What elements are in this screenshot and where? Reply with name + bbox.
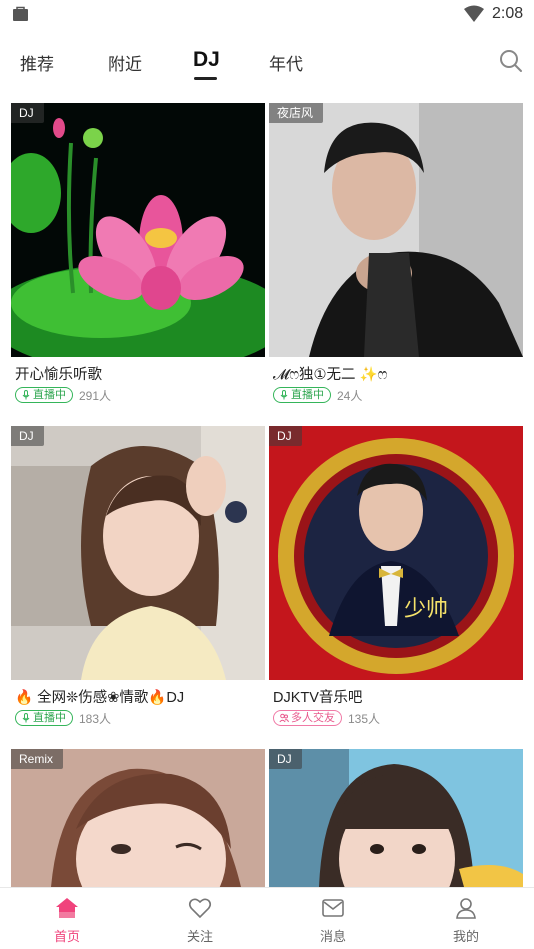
room-cover-image[interactable]: 夜店风 bbox=[269, 103, 523, 357]
people-icon bbox=[279, 713, 289, 723]
tab-dj[interactable]: DJ bbox=[193, 48, 220, 72]
viewer-count: 291人 bbox=[79, 388, 112, 403]
tab-recommend[interactable]: 推荐 bbox=[20, 50, 54, 75]
room-cover-image[interactable]: DJ bbox=[11, 103, 265, 357]
live-status-label: 直播中 bbox=[33, 389, 66, 401]
microphone-icon bbox=[22, 713, 30, 723]
room-tag-badge: Remix bbox=[11, 749, 64, 769]
viewer-count: 135人 bbox=[348, 711, 381, 726]
person-icon bbox=[456, 898, 476, 919]
room-tag-badge: DJ bbox=[269, 749, 302, 769]
room-title: 开心愉乐听歌 bbox=[15, 367, 102, 383]
tab-nearby[interactable]: 附近 bbox=[108, 50, 142, 75]
live-status-badge: 直播中 bbox=[15, 387, 73, 403]
cover-caption: 少帅 bbox=[404, 597, 448, 622]
nav-home[interactable]: 首页 bbox=[27, 888, 107, 949]
mail-icon bbox=[322, 899, 344, 917]
nav-messages[interactable]: 消息 bbox=[293, 888, 373, 949]
live-status-label: 直播中 bbox=[291, 389, 324, 401]
search-icon[interactable] bbox=[498, 48, 524, 74]
room-tag-badge: DJ bbox=[269, 426, 302, 446]
room-cover-image[interactable]: DJ bbox=[11, 426, 265, 680]
category-tabs: 推荐 附近 DJ 年代 bbox=[0, 40, 534, 88]
nav-home-label: 首页 bbox=[53, 929, 80, 944]
heart-icon bbox=[188, 898, 212, 919]
shopping-bag-icon bbox=[13, 6, 28, 21]
nav-profile-label: 我的 bbox=[452, 929, 479, 944]
home-icon bbox=[56, 898, 78, 918]
room-tag-badge: DJ bbox=[11, 103, 44, 123]
bottom-nav: 首页 关注 消息 我的 bbox=[0, 887, 534, 949]
live-status-label: 直播中 bbox=[33, 712, 66, 724]
nav-messages-label: 消息 bbox=[319, 929, 346, 944]
room-title: 𝓜ෆ独①无二 ✨ෆ bbox=[273, 367, 388, 383]
nav-follow-label: 关注 bbox=[186, 929, 213, 944]
multi-friend-label: 多人交友 bbox=[291, 712, 335, 724]
room-tag-badge: 夜店风 bbox=[269, 103, 324, 123]
room-title: 🔥 全网❊伤感❀情歌🔥DJ bbox=[15, 690, 185, 706]
viewer-count: 183人 bbox=[79, 711, 112, 726]
nav-follow[interactable]: 关注 bbox=[160, 888, 240, 949]
microphone-icon bbox=[280, 390, 288, 400]
tab-era[interactable]: 年代 bbox=[269, 50, 303, 75]
room-meta: 多人交友 135人 bbox=[273, 709, 380, 727]
wifi-icon bbox=[464, 5, 484, 22]
microphone-icon bbox=[22, 390, 30, 400]
viewer-count: 24人 bbox=[337, 388, 363, 403]
room-meta: 直播中 183人 bbox=[15, 709, 111, 727]
room-cover-image[interactable]: DJ bbox=[269, 749, 523, 887]
multi-friend-badge: 多人交友 bbox=[273, 710, 342, 726]
room-title: DJKTV音乐吧 bbox=[273, 690, 363, 706]
room-cover-image[interactable]: Remix bbox=[11, 749, 265, 887]
clock-time: 2:08 bbox=[492, 5, 524, 22]
room-tag-badge: DJ bbox=[11, 426, 44, 446]
room-meta: 直播中 24人 bbox=[273, 386, 362, 404]
active-tab-indicator bbox=[194, 77, 217, 80]
room-meta: 直播中 291人 bbox=[15, 386, 111, 404]
live-status-badge: 直播中 bbox=[15, 710, 73, 726]
nav-profile[interactable]: 我的 bbox=[426, 888, 506, 949]
room-cover-image[interactable]: 少帅 DJ bbox=[269, 426, 523, 680]
live-status-badge: 直播中 bbox=[273, 387, 331, 403]
status-bar: 2:08 bbox=[0, 0, 534, 30]
